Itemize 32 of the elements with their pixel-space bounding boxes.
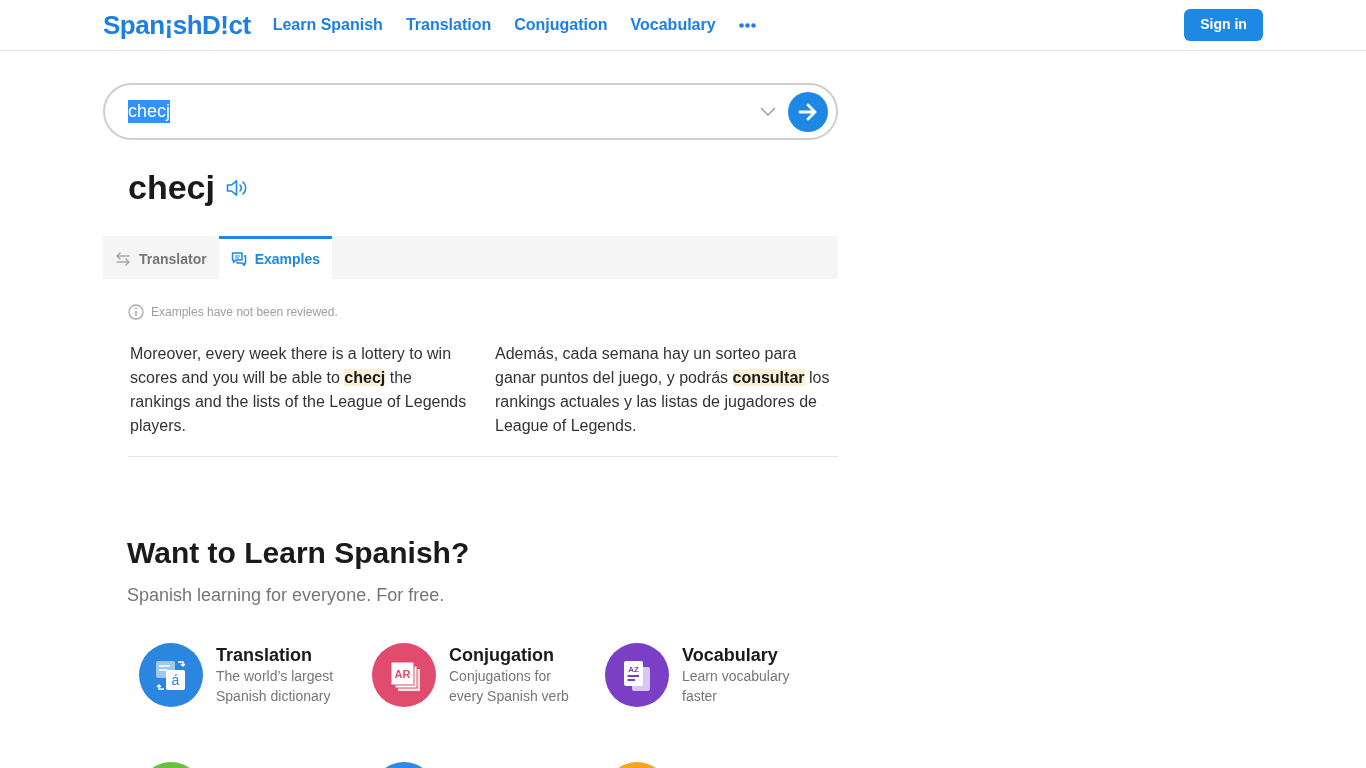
feature-title[interactable]: Conjugation	[449, 644, 581, 666]
logo[interactable]: Span¡shD!ct	[103, 10, 251, 40]
document-stack-icon[interactable]: AZ	[605, 643, 669, 707]
nav-link[interactable]: Vocabulary	[630, 15, 716, 35]
translate-cards-icon[interactable]: á	[139, 643, 203, 707]
tab[interactable]: Examples	[218, 236, 333, 279]
nav-link[interactable]: Learn Spanish	[272, 15, 383, 35]
arrow-right-icon	[798, 102, 818, 121]
notice-text: Examples have not been reviewed.	[151, 304, 338, 320]
section-subtitle: Spanish learning for everyone. For free.	[127, 584, 446, 607]
section-heading: Want to Learn Spanish?	[127, 535, 471, 571]
chevron-down-icon[interactable]	[760, 107, 776, 116]
search-button[interactable]	[788, 91, 828, 132]
example-translation: Además, cada semana hay un sorteo para ganar puntos del juego, y podrás consultar los rankings actuales y las listas de jugadores de League of Legends.	[495, 344, 831, 436]
stacked-cards-icon[interactable]: AR	[372, 643, 436, 707]
example-sentence: Moreover, every week there is a lottery to win scores and you will be able to checj the rankings and the lists of the League of Legends players.	[130, 344, 468, 436]
feature-title[interactable]: Translation	[216, 644, 348, 666]
info-icon	[128, 304, 144, 320]
chat-bubbles-icon	[230, 251, 247, 267]
search-field[interactable]: checj	[128, 85, 760, 138]
swap-arrows-icon	[115, 251, 131, 267]
nav-link[interactable]: Conjugation	[514, 15, 608, 35]
nav-link[interactable]: Translation	[405, 15, 492, 35]
feature-description: Learn vocabulary faster	[682, 667, 791, 706]
more-icon[interactable]	[738, 22, 756, 28]
speaker-icon[interactable]	[225, 179, 248, 197]
feature-description: The world’s largest Spanish dictionary	[216, 667, 335, 706]
feature-title[interactable]: Vocabulary	[682, 644, 814, 666]
headword: checj	[128, 167, 215, 207]
feature-description: Conjugations for every Spanish verb	[449, 667, 570, 706]
tab[interactable]: Translator	[103, 236, 219, 279]
sign-in-button[interactable]: Sign in	[1184, 8, 1263, 41]
